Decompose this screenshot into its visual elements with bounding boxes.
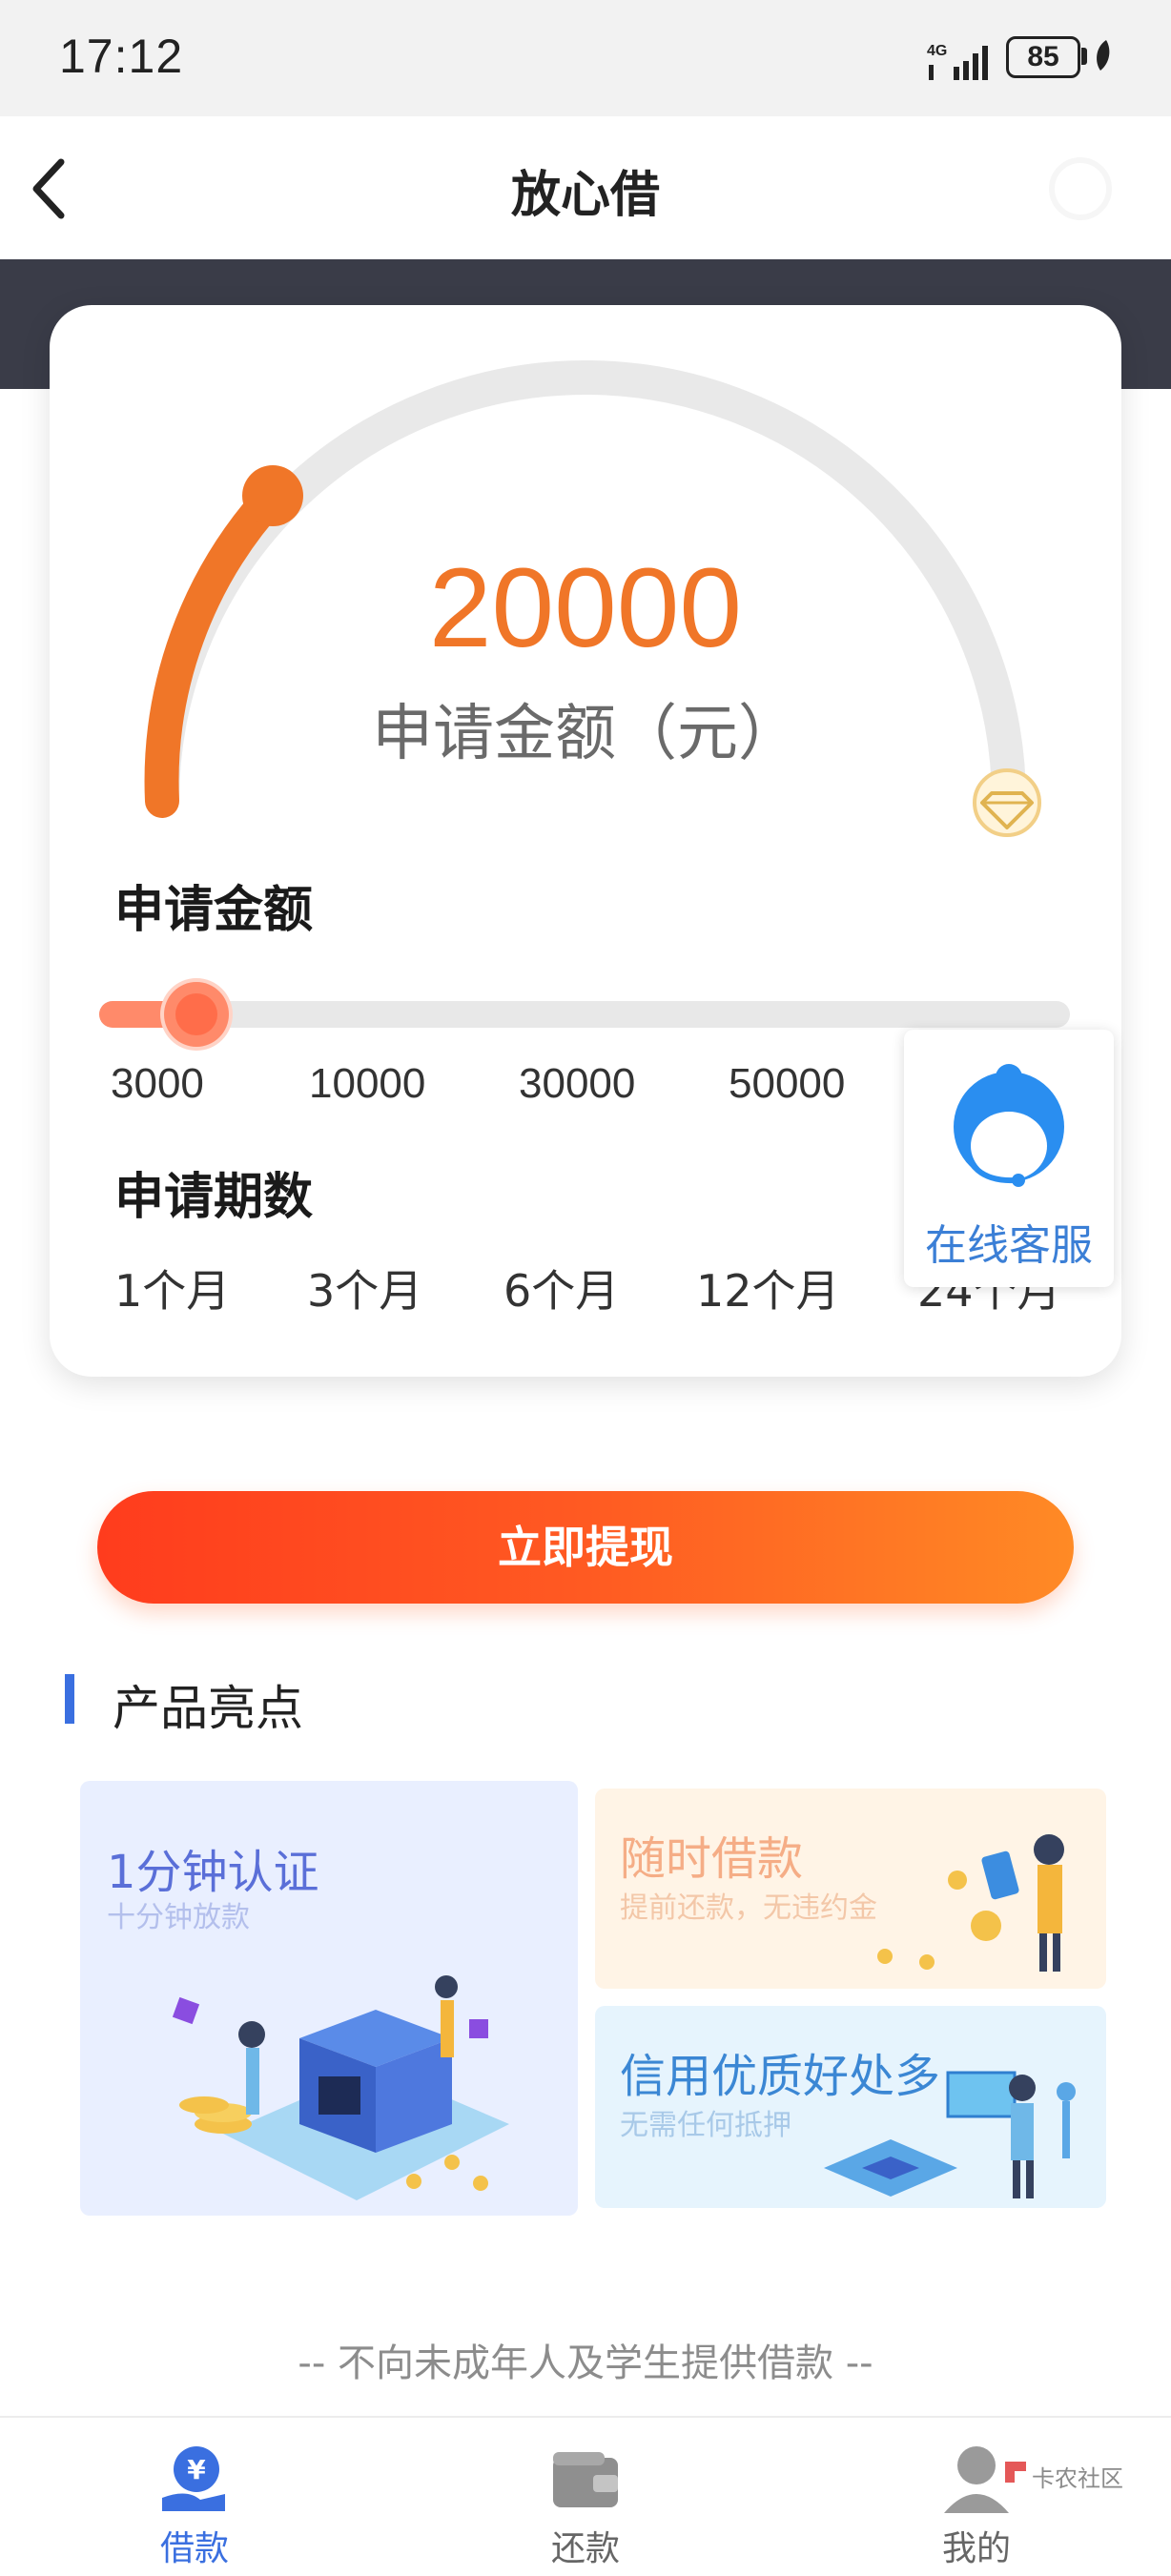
amount-caption: 申请金额（元） — [372, 699, 799, 769]
disclaimer-text: -- 不向未成年人及学生提供借款 -- — [298, 2341, 873, 2385]
status-time: 17:12 — [59, 30, 184, 83]
feature-card-flexible-borrow[interactable]: 随时借款 提前还款，无违约金 — [595, 1789, 1106, 1989]
highlights-title: 产品亮点 — [113, 1681, 303, 1736]
tab-repay[interactable]: 还款 — [509, 2433, 662, 2568]
amount-section-title: 申请金额 — [114, 882, 314, 939]
svg-text:¥: ¥ — [187, 2454, 206, 2485]
diamond-icon — [973, 768, 1041, 837]
withdraw-button[interactable]: 立即提现 — [97, 1491, 1074, 1604]
feature-card-quick-auth[interactable]: 1分钟认证 十分钟放款 — [80, 1781, 578, 2216]
amount-tick-30000[interactable]: 30000 — [519, 1060, 635, 1108]
watermark-logo-icon — [1005, 2462, 1026, 2483]
tab-borrow-label: 借款 — [159, 2529, 229, 2568]
amount-tick-10000[interactable]: 10000 — [309, 1060, 425, 1108]
tab-mine[interactable]: 我的 — [900, 2433, 1053, 2568]
wallet-icon — [553, 2452, 618, 2507]
network-type: 4G — [927, 43, 947, 59]
feature-subtitle: 无需任何抵押 — [620, 2109, 791, 2142]
tab-borrow[interactable]: ¥ 借款 — [118, 2433, 271, 2568]
battery-indicator: 85 — [1006, 36, 1080, 78]
watermark-text: 卡农社区 — [1032, 2465, 1123, 2492]
gauge-knob — [242, 465, 303, 526]
page-title: 放心借 — [510, 167, 660, 224]
battery-tip — [1081, 48, 1087, 65]
period-option-12[interactable]: 12个月 — [696, 1257, 840, 1319]
tab-mine-label: 我的 — [941, 2529, 1011, 2568]
tab-repay-label: 还款 — [550, 2529, 620, 2568]
coins-illustration — [877, 1834, 1064, 1972]
bottom-tab-bar: ¥ 借款 还款 我的 — [0, 2416, 1171, 2576]
computer-illustration — [824, 2071, 1076, 2198]
amount-value: 20000 — [428, 545, 743, 671]
feature-title: 1分钟认证 — [107, 1846, 319, 1899]
amount-tick-3000[interactable]: 3000 — [111, 1060, 204, 1108]
server-illustration — [172, 1975, 509, 2200]
period-option-1[interactable]: 1个月 — [114, 1257, 230, 1319]
borrow-icon: ¥ — [162, 2446, 225, 2511]
period-section-title: 申请期数 — [114, 1169, 314, 1226]
section-accent-bar — [65, 1674, 74, 1724]
amount-slider-track[interactable] — [99, 1001, 1070, 1028]
period-option-3[interactable]: 3个月 — [307, 1257, 422, 1319]
feature-card-credit-benefits[interactable]: 信用优质好处多 无需任何抵押 — [595, 2006, 1106, 2208]
amount-slider-thumb[interactable] — [164, 982, 229, 1047]
period-option-6[interactable]: 6个月 — [503, 1257, 619, 1319]
feature-subtitle: 十分钟放款 — [107, 1901, 250, 1934]
refresh-icon[interactable] — [1049, 157, 1112, 220]
agent-avatar-icon — [954, 1064, 1064, 1187]
amount-tick-50000[interactable]: 50000 — [729, 1060, 845, 1108]
signal-icon: 4G — [927, 43, 988, 80]
leaf-icon — [1097, 40, 1110, 71]
customer-service-label[interactable]: 在线客服 — [904, 1211, 1114, 1272]
